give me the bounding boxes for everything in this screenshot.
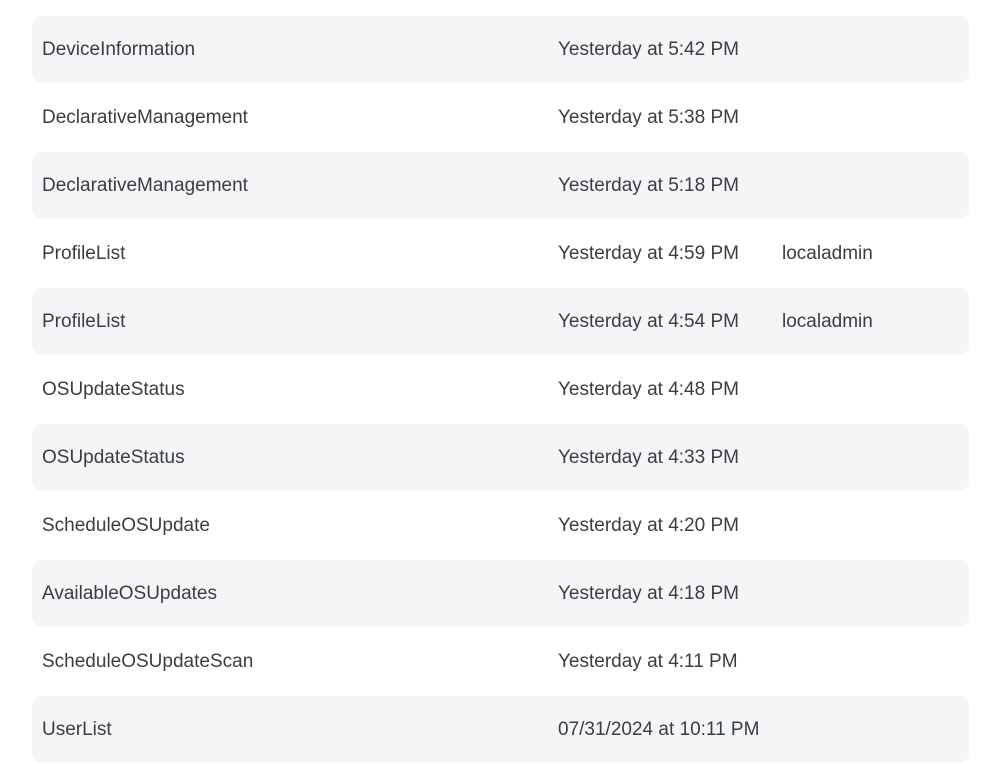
- command-name: ScheduleOSUpdate: [42, 515, 210, 536]
- command-time: Yesterday at 4:48 PM: [558, 379, 739, 400]
- command-name: DeclarativeManagement: [42, 175, 248, 196]
- command-time: Yesterday at 5:42 PM: [558, 39, 739, 60]
- table-row[interactable]: DeviceInformation Yesterday at 5:42 PM: [32, 16, 969, 83]
- table-row[interactable]: DeclarativeManagement Yesterday at 5:38 …: [32, 84, 969, 151]
- command-history-table: DeviceInformation Yesterday at 5:42 PM D…: [32, 16, 969, 764]
- command-time: Yesterday at 5:38 PM: [558, 107, 739, 128]
- table-row[interactable]: AvailableOSUpdates Yesterday at 4:18 PM: [32, 560, 969, 627]
- command-time: Yesterday at 4:20 PM: [558, 515, 739, 536]
- command-user: localadmin: [782, 311, 873, 332]
- table-row[interactable]: DeclarativeManagement Yesterday at 5:18 …: [32, 152, 969, 219]
- table-row[interactable]: UserList 07/31/2024 at 10:11 PM: [32, 696, 969, 763]
- command-time: Yesterday at 4:33 PM: [558, 447, 739, 468]
- command-name: UserList: [42, 719, 112, 740]
- command-name: DeviceInformation: [42, 39, 196, 60]
- command-name: ScheduleOSUpdateScan: [42, 651, 254, 672]
- command-name: DeclarativeManagement: [42, 107, 248, 128]
- table-row[interactable]: OSUpdateStatus Yesterday at 4:33 PM: [32, 424, 969, 491]
- command-time: Yesterday at 4:18 PM: [558, 583, 739, 604]
- table-row[interactable]: ProfileList Yesterday at 4:54 PM localad…: [32, 288, 969, 355]
- command-user: localadmin: [782, 243, 873, 264]
- command-time: Yesterday at 4:11 PM: [558, 651, 738, 672]
- table-row[interactable]: ScheduleOSUpdateScan Yesterday at 4:11 P…: [32, 628, 969, 695]
- command-time: Yesterday at 5:18 PM: [558, 175, 739, 196]
- command-name: OSUpdateStatus: [42, 379, 185, 400]
- command-time: 07/31/2024 at 10:11 PM: [558, 719, 760, 740]
- command-time: Yesterday at 4:59 PM: [558, 243, 739, 264]
- table-row[interactable]: OSUpdateStatus Yesterday at 4:48 PM: [32, 356, 969, 423]
- command-name: ProfileList: [42, 243, 126, 264]
- table-row[interactable]: ProfileList Yesterday at 4:59 PM localad…: [32, 220, 969, 287]
- command-name: ProfileList: [42, 311, 126, 332]
- command-name: AvailableOSUpdates: [42, 583, 217, 604]
- command-time: Yesterday at 4:54 PM: [558, 311, 739, 332]
- command-name: OSUpdateStatus: [42, 447, 185, 468]
- table-row[interactable]: ScheduleOSUpdate Yesterday at 4:20 PM: [32, 492, 969, 559]
